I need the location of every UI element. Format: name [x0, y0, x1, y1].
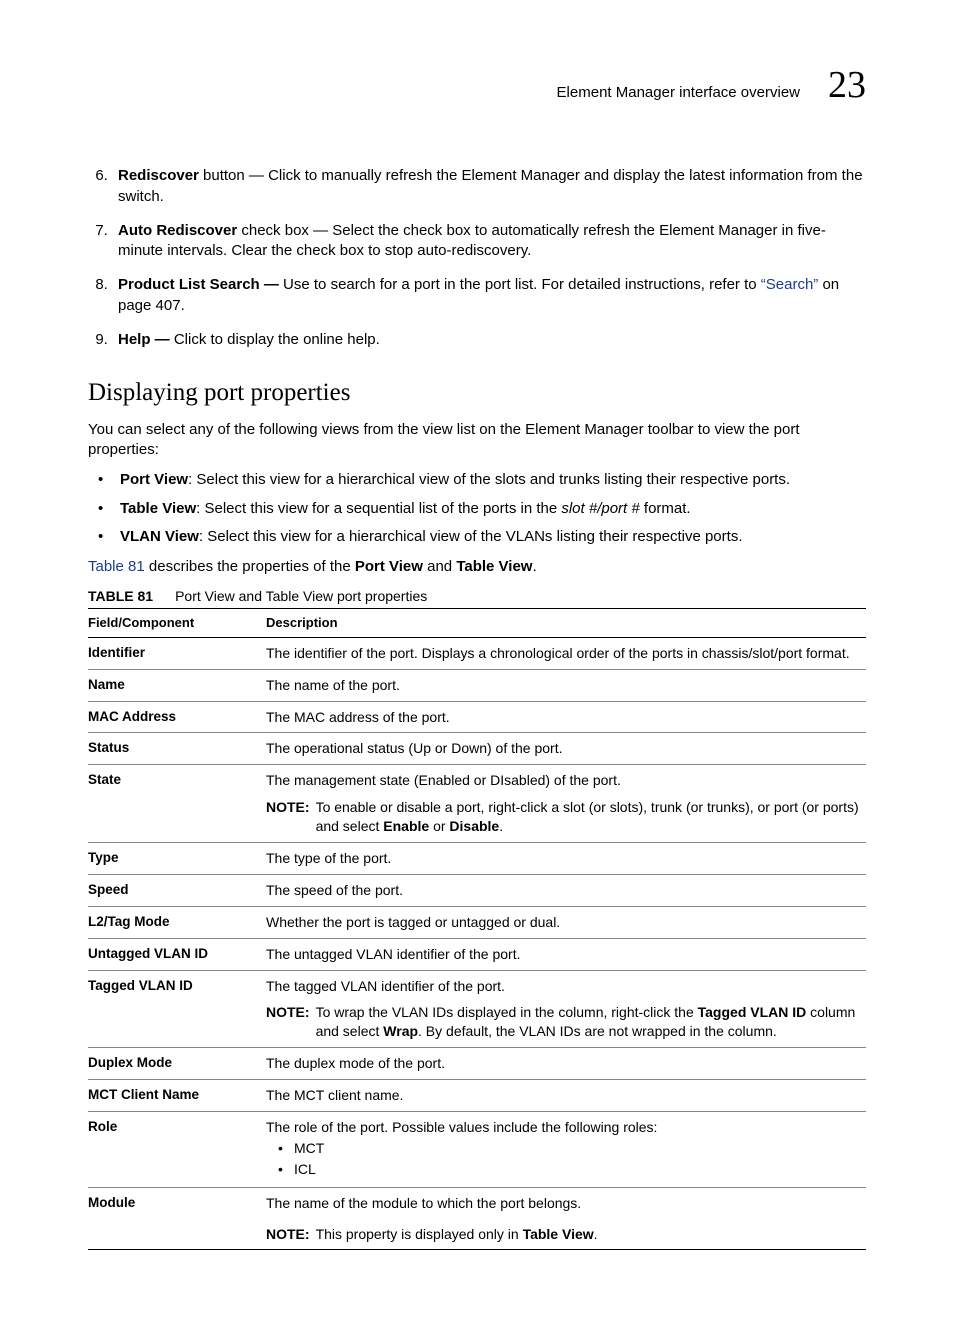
- table-row: State The management state (Enabled or D…: [88, 765, 866, 792]
- table-row: Name The name of the port.: [88, 669, 866, 701]
- list-item: Rediscover button — Click to manually re…: [112, 166, 866, 207]
- table-row: Status The operational status (Up or Dow…: [88, 733, 866, 765]
- table-ref-link[interactable]: Table 81: [88, 558, 145, 575]
- cell-note: NOTE: To wrap the VLAN IDs displayed in …: [266, 997, 866, 1047]
- chapter-number: 23: [828, 60, 866, 111]
- cell-desc: The MCT client name.: [266, 1080, 866, 1112]
- note-label: NOTE:: [266, 1003, 310, 1041]
- page: Element Manager interface overview 23 Re…: [0, 0, 954, 1320]
- list-item: Auto Rediscover check box — Select the c…: [112, 221, 866, 262]
- cell-field: Role: [88, 1111, 266, 1187]
- item-text: Use to search for a port in the port lis…: [283, 276, 761, 293]
- cell-field: Name: [88, 669, 266, 701]
- table-row: Module The name of the module to which t…: [88, 1187, 866, 1214]
- item-bold: Help —: [118, 331, 174, 348]
- cell-field: Untagged VLAN ID: [88, 938, 266, 970]
- table-row: Type The type of the port.: [88, 842, 866, 874]
- table-caption: TABLE 81 Port View and Table View port p…: [88, 587, 866, 606]
- list-item: Help — Click to display the online help.: [112, 330, 866, 350]
- table-row: Role The role of the port. Possible valu…: [88, 1111, 866, 1187]
- item-bold: Table View: [120, 500, 196, 517]
- cell-desc: The duplex mode of the port.: [266, 1048, 866, 1080]
- cell-desc: The speed of the port.: [266, 874, 866, 906]
- list-item: Product List Search — Use to search for …: [112, 275, 866, 316]
- note-label: NOTE:: [266, 1225, 310, 1244]
- cell-desc: The operational status (Up or Down) of t…: [266, 733, 866, 765]
- cell-field: MAC Address: [88, 701, 266, 733]
- properties-table: Field/Component Description Identifier T…: [88, 608, 866, 1250]
- table-row: NOTE: To enable or disable a port, right…: [88, 792, 866, 842]
- table-title: Port View and Table View port properties: [175, 587, 427, 606]
- table-row: Identifier The identifier of the port. D…: [88, 637, 866, 669]
- cell-field: Speed: [88, 874, 266, 906]
- item-bold: Auto Rediscover: [118, 222, 237, 239]
- item-text: Click to display the online help.: [174, 331, 380, 348]
- item-text: : Select this view for a hierarchical vi…: [199, 528, 743, 545]
- crossref-link[interactable]: “Search”: [761, 276, 819, 293]
- item-bold: Product List Search —: [118, 276, 283, 293]
- table-lead: Table 81 describes the properties of the…: [88, 557, 866, 577]
- item-text: format.: [640, 500, 691, 517]
- bullet-list: Port View: Select this view for a hierar…: [88, 470, 866, 547]
- table-header-row: Field/Component Description: [88, 609, 866, 638]
- numbered-list: Rediscover button — Click to manually re…: [88, 166, 866, 350]
- cell-field: MCT Client Name: [88, 1080, 266, 1112]
- table-row: NOTE: To wrap the VLAN IDs displayed in …: [88, 997, 866, 1047]
- th-desc: Description: [266, 609, 866, 638]
- sub-item: MCT: [284, 1139, 860, 1158]
- item-text: : Select this view for a sequential list…: [196, 500, 561, 517]
- cell-desc: The type of the port.: [266, 842, 866, 874]
- item-text: button — Click to manually refresh the E…: [118, 167, 863, 204]
- item-bold: Port View: [120, 471, 188, 488]
- sub-bullets: MCT ICL: [266, 1139, 860, 1179]
- cell-desc: Whether the port is tagged or untagged o…: [266, 906, 866, 938]
- list-item: Port View: Select this view for a hierar…: [110, 470, 866, 490]
- cell-desc: The untagged VLAN identifier of the port…: [266, 938, 866, 970]
- cell-field: State: [88, 765, 266, 792]
- th-field: Field/Component: [88, 609, 266, 638]
- table-label: TABLE 81: [88, 587, 153, 606]
- cell-field: Status: [88, 733, 266, 765]
- running-header: Element Manager interface overview 23: [88, 60, 866, 111]
- list-item: VLAN View: Select this view for a hierar…: [110, 527, 866, 547]
- item-bold: Rediscover: [118, 167, 199, 184]
- cell-field: Module: [88, 1187, 266, 1214]
- list-item: Table View: Select this view for a seque…: [110, 499, 866, 519]
- cell-field: Type: [88, 842, 266, 874]
- cell-note: NOTE: This property is displayed only in…: [266, 1215, 866, 1250]
- table-row: NOTE: This property is displayed only in…: [88, 1215, 866, 1250]
- table-row: Tagged VLAN ID The tagged VLAN identifie…: [88, 970, 866, 997]
- header-title: Element Manager interface overview: [557, 83, 800, 103]
- note-label: NOTE:: [266, 798, 310, 836]
- cell-field: Identifier: [88, 637, 266, 669]
- table-row: MCT Client Name The MCT client name.: [88, 1080, 866, 1112]
- table-row: Speed The speed of the port.: [88, 874, 866, 906]
- sub-item: ICL: [284, 1160, 860, 1179]
- table-row: L2/Tag Mode Whether the port is tagged o…: [88, 906, 866, 938]
- cell-desc: The name of the port.: [266, 669, 866, 701]
- cell-desc: The identifier of the port. Displays a c…: [266, 637, 866, 669]
- cell-desc: The name of the module to which the port…: [266, 1187, 866, 1214]
- table-row: MAC Address The MAC address of the port.: [88, 701, 866, 733]
- cell-desc: The management state (Enabled or DIsable…: [266, 765, 866, 792]
- cell-desc: The tagged VLAN identifier of the port.: [266, 970, 866, 997]
- table-row: Duplex Mode The duplex mode of the port.: [88, 1048, 866, 1080]
- cell-desc: The role of the port. Possible values in…: [266, 1111, 866, 1187]
- cell-desc: The MAC address of the port.: [266, 701, 866, 733]
- section-intro: You can select any of the following view…: [88, 420, 866, 461]
- section-heading: Displaying port properties: [88, 376, 866, 410]
- cell-field: Duplex Mode: [88, 1048, 266, 1080]
- cell-field: Tagged VLAN ID: [88, 970, 266, 997]
- cell-note: NOTE: To enable or disable a port, right…: [266, 792, 866, 842]
- table-row: Untagged VLAN ID The untagged VLAN ident…: [88, 938, 866, 970]
- item-text: : Select this view for a hierarchical vi…: [188, 471, 790, 488]
- italic-text: slot #/port #: [561, 500, 639, 517]
- item-bold: VLAN View: [120, 528, 199, 545]
- cell-field: L2/Tag Mode: [88, 906, 266, 938]
